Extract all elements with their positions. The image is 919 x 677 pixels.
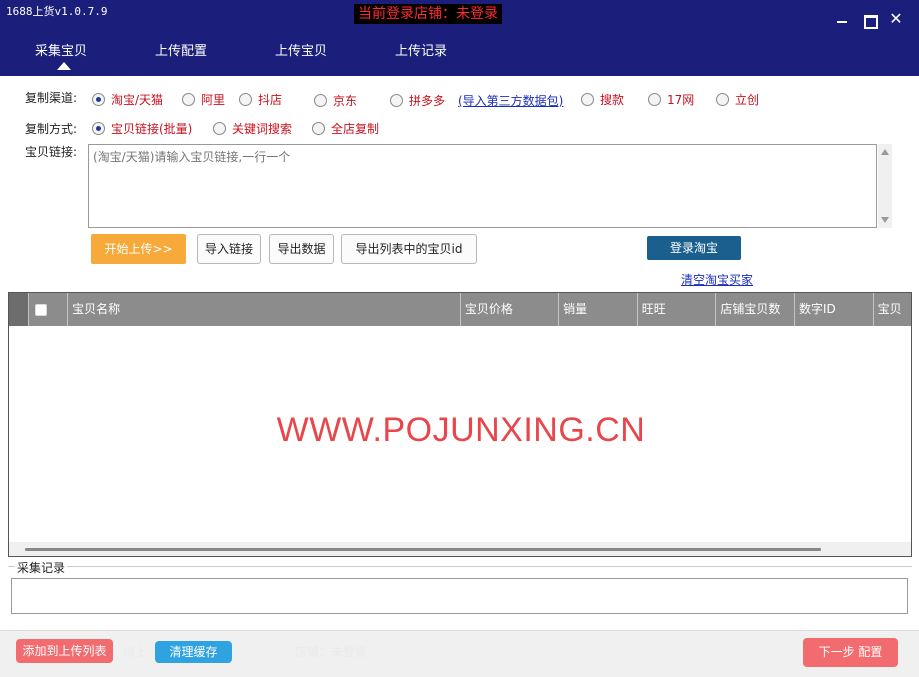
active-tab-indicator bbox=[57, 62, 71, 70]
import-third-party-link[interactable]: (导入第三方数据包) bbox=[458, 92, 563, 109]
login-status: 当前登录店铺：未登录 bbox=[354, 4, 502, 24]
method-radio-item-links[interactable]: 宝贝链接(批量) bbox=[92, 119, 192, 137]
column-shop-item-count[interactable]: 店铺宝贝数 bbox=[716, 293, 795, 326]
watermark: WWW.POJUNXING.CN bbox=[276, 411, 646, 449]
channel-radio-ali[interactable]: 阿里 bbox=[182, 90, 225, 108]
channel-radio-soukuan[interactable]: 搜款 bbox=[581, 90, 624, 108]
column-item-price[interactable]: 宝贝价格 bbox=[461, 293, 560, 326]
shop-status-text: 店铺：未登录 bbox=[295, 645, 368, 659]
radio-label: 淘宝/天猫 bbox=[111, 92, 164, 107]
radio-selected-icon bbox=[92, 121, 105, 135]
radio-icon bbox=[182, 92, 195, 106]
radio-label: 京东 bbox=[333, 93, 358, 108]
radio-label: 宝贝链接(批量) bbox=[111, 121, 193, 136]
radio-selected-icon bbox=[92, 92, 105, 106]
table-header: 宝贝名称 宝贝价格 销量 旺旺 店铺宝贝数 数字ID 宝贝 bbox=[9, 293, 911, 326]
import-links-button[interactable]: 导入链接 bbox=[197, 234, 261, 264]
channel-label: 复制渠道: bbox=[25, 91, 78, 105]
channel-radio-douyin[interactable]: 抖店 bbox=[239, 90, 282, 108]
row-header-corner bbox=[9, 293, 29, 326]
channel-radio-jd[interactable]: 京东 bbox=[314, 91, 357, 109]
log-label: 采集记录 bbox=[15, 559, 68, 576]
channel-radio-pdd[interactable]: 拼多多 bbox=[390, 91, 445, 109]
scrollbar-thumb[interactable] bbox=[25, 548, 821, 551]
channel-radio-lichuang[interactable]: 立创 bbox=[716, 90, 759, 108]
next-step-config-button[interactable]: 下一步 配置 bbox=[803, 638, 898, 667]
radio-icon bbox=[581, 92, 594, 106]
tab-upload-items[interactable]: 上传宝贝 bbox=[261, 40, 341, 59]
radio-icon bbox=[314, 93, 327, 107]
export-ids-button[interactable]: 导出列表中的宝贝id bbox=[341, 234, 477, 264]
method-label: 复制方式: bbox=[25, 122, 78, 136]
close-icon[interactable]: ✕ bbox=[888, 11, 904, 27]
collect-log-box bbox=[11, 578, 908, 614]
add-to-upload-list-button[interactable]: 添加到上传列表 bbox=[16, 639, 113, 663]
radio-icon bbox=[213, 121, 226, 135]
radio-label: 搜款 bbox=[600, 92, 625, 107]
column-numeric-id[interactable]: 数字ID bbox=[795, 293, 874, 326]
items-table: 宝贝名称 宝贝价格 销量 旺旺 店铺宝贝数 数字ID 宝贝 WWW.POJUNX… bbox=[8, 292, 912, 557]
radio-icon bbox=[648, 92, 661, 106]
links-label: 宝贝链接: bbox=[25, 145, 78, 159]
radio-label: 立创 bbox=[735, 92, 760, 107]
clear-cache-button[interactable]: 清理缓存 bbox=[155, 641, 232, 663]
scroll-down-icon[interactable] bbox=[881, 217, 889, 223]
tab-upload-config[interactable]: 上传配置 bbox=[141, 40, 221, 59]
start-upload-button[interactable]: 开始上传>> bbox=[91, 234, 186, 264]
minimize-icon[interactable] bbox=[834, 11, 850, 27]
app-title: 1688上货v1.0.7.9 bbox=[6, 5, 108, 18]
method-radio-keyword[interactable]: 关键词搜索 bbox=[213, 119, 292, 137]
channel-radio-17[interactable]: 17网 bbox=[648, 90, 694, 108]
radio-label: 全店复制 bbox=[331, 121, 380, 136]
column-sales[interactable]: 销量 bbox=[559, 293, 638, 326]
tab-upload-records[interactable]: 上传记录 bbox=[381, 40, 461, 59]
method-radio-whole-shop[interactable]: 全店复制 bbox=[312, 119, 379, 137]
select-all-checkbox[interactable] bbox=[34, 303, 47, 316]
radio-icon bbox=[390, 93, 403, 107]
maximize-icon[interactable] bbox=[861, 11, 878, 29]
export-data-button[interactable]: 导出数据 bbox=[269, 234, 334, 264]
column-wangwang[interactable]: 旺旺 bbox=[638, 293, 717, 326]
column-item-name[interactable]: 宝贝名称 bbox=[68, 293, 461, 326]
column-item-more[interactable]: 宝贝 bbox=[874, 293, 911, 326]
radio-icon bbox=[716, 92, 729, 106]
pending-upload-text: 待上 bbox=[123, 645, 148, 659]
radio-icon bbox=[312, 121, 325, 135]
links-scrollbar[interactable] bbox=[878, 144, 892, 228]
tab-collect[interactable]: 采集宝贝 bbox=[21, 40, 101, 59]
select-all-column[interactable] bbox=[29, 293, 69, 326]
radio-icon bbox=[239, 92, 252, 106]
radio-label: 阿里 bbox=[201, 92, 226, 107]
radio-label: 抖店 bbox=[258, 92, 283, 107]
radio-label: 关键词搜索 bbox=[232, 121, 293, 136]
login-taobao-button[interactable]: 登录淘宝 bbox=[647, 236, 741, 260]
scroll-up-icon[interactable] bbox=[881, 149, 889, 155]
channel-radio-taobao[interactable]: 淘宝/天猫 bbox=[92, 90, 163, 108]
table-horizontal-scrollbar[interactable] bbox=[9, 542, 911, 556]
radio-label: 17网 bbox=[667, 92, 695, 107]
clear-taobao-buyer-link[interactable]: 清空淘宝买家 bbox=[681, 271, 753, 288]
title-bar: 1688上货v1.0.7.9 当前登录店铺：未登录 ✕ 采集宝贝 上传配置 上传… bbox=[0, 0, 919, 76]
log-divider bbox=[8, 566, 912, 567]
item-links-input[interactable] bbox=[88, 144, 877, 228]
radio-label: 拼多多 bbox=[409, 93, 446, 108]
